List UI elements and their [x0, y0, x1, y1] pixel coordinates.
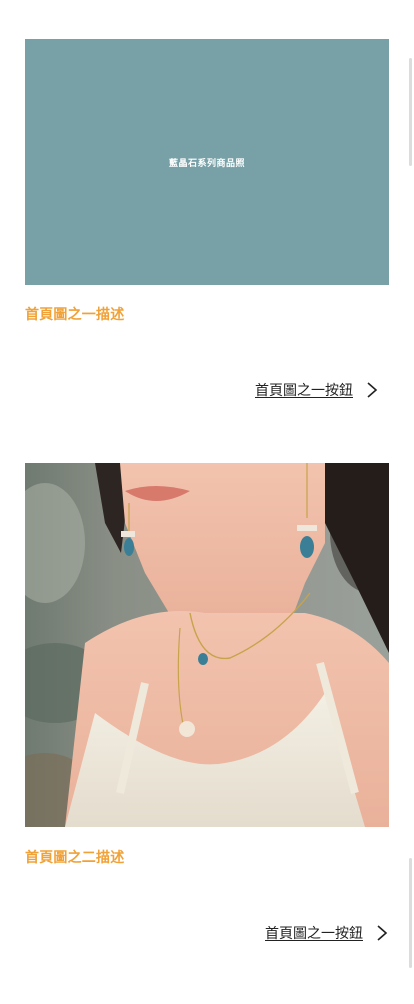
card-2-link-button[interactable]: 首頁圖之一按鈕 — [265, 923, 389, 943]
button-label[interactable]: 首頁圖之一按鈕 — [265, 923, 363, 943]
product-image-placeholder[interactable]: 藍晶石系列商品照 — [25, 39, 389, 285]
button-label[interactable]: 首頁圖之一按鈕 — [255, 380, 353, 400]
home-card-1: 藍晶石系列商品照 首頁圖之一描述 首頁圖之一按鈕 — [25, 39, 389, 399]
chevron-right-icon[interactable] — [365, 381, 379, 399]
card-1-link-button[interactable]: 首頁圖之一按鈕 — [255, 380, 379, 400]
scrollbar-thumb[interactable] — [409, 858, 412, 968]
card-description: 首頁圖之一描述 — [25, 307, 125, 323]
image-caption: 藍晶石系列商品照 — [168, 158, 245, 169]
scrollbar-thumb[interactable] — [409, 58, 412, 166]
chevron-right-icon[interactable] — [375, 924, 389, 942]
card-description: 首頁圖之二描述 — [25, 850, 125, 866]
product-photo[interactable] — [25, 463, 389, 827]
home-card-2: 首頁圖之二描述 首頁圖之一按鈕 — [25, 463, 389, 942]
